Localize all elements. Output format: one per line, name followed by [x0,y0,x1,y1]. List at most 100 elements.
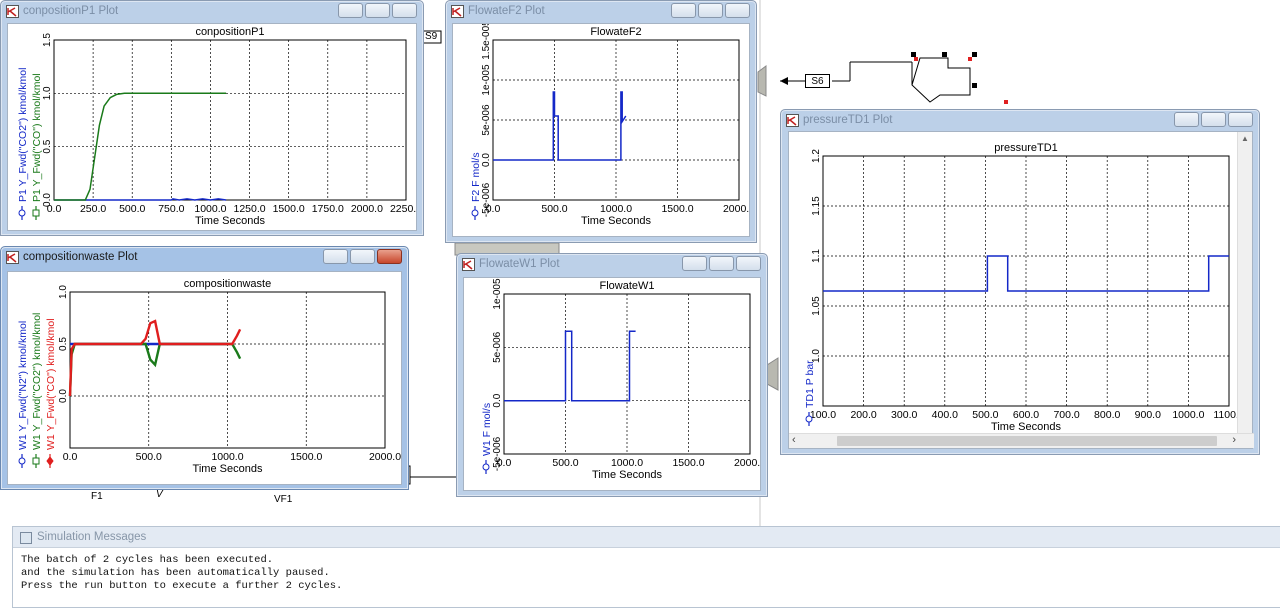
flowatew1-plot-window[interactable]: FlowateW1 Plot FlowateW1 0.0 500.0 1000.0 15… [456,253,768,497]
y-tick-label: 5e-006 [481,104,492,136]
y-axis-label: TD1 P bar [804,360,816,408]
message-line: The batch of 2 cycles has been executed. [21,554,274,566]
plot-title: pressureTD1 [994,142,1058,154]
x-tick-label: 2000.0 [734,457,760,469]
block-label-f1: F1 [91,491,103,502]
stream-label-s9[interactable]: S9 [425,31,437,42]
minimize-button[interactable] [323,249,348,264]
title-bar[interactable]: FlowateW1 Plot [457,254,767,276]
block-label-vf1: VF1 [274,494,293,505]
y-tick-label: 0.5 [42,139,53,153]
y-tick-label: 1e-005 [481,64,492,96]
horizontal-scrollbar[interactable]: ‹ › [789,433,1254,448]
pressuretd1-plot-window[interactable]: pressureTD1 Plot pressureTD1 100.0 200.0 30… [780,109,1260,455]
x-tick-label: 1000.0 [600,203,632,215]
minimize-button[interactable] [671,3,696,18]
x-tick-label: 500.0 [541,203,567,215]
legend-marker [32,457,40,465]
chart-pressuretd1: pressureTD1 100.0 200.0 300.0 400.0 500.0 600.… [804,142,1245,433]
close-button[interactable] [736,256,761,271]
flowatef2-plot-window[interactable]: FlowateF2 Plot FlowateF2 0.0 500.0 1000.0 15… [445,0,757,243]
x-axis-label: Time Seconds [193,463,263,475]
maximize-button[interactable] [709,256,734,271]
plot-title: conpositionP1 [195,26,264,38]
y-tick-label: -5e-006 [481,182,492,217]
maximize-button[interactable] [698,3,723,18]
y-tick-label: 1.0 [42,86,53,100]
stream-label-s6[interactable]: S6 [805,74,830,88]
scroll-thumb[interactable] [837,436,1217,446]
minimize-button[interactable] [338,3,363,18]
x-tick-label: 1250.0 [233,203,265,215]
x-tick-label: 500.0 [552,457,578,469]
y-tick-label: 0.0 [58,389,69,403]
plot-title: FlowateW1 [599,280,654,292]
window-title: pressureTD1 Plot [803,114,893,126]
y-axis-label: W1 Y_Fwd("N2") kmol/kmol [17,321,29,450]
x-tick-label: 2000.0 [351,203,383,215]
chart-flowatew1: FlowateW1 0.0 500.0 1000.0 1500.0 2000.0 -5e-0… [481,278,766,481]
simulation-messages-panel[interactable]: Simulation Messages The batch of 2 cycle… [12,526,1280,608]
x-tick-label: 1000.0 [611,457,643,469]
y-tick-label: 1.05 [811,296,822,316]
plot-area[interactable]: conpositionP1 0.0 250.0 500.0 750.0 1000.0 125… [7,23,422,231]
x-tick-label: 900.0 [1135,409,1161,421]
x-tick-label: 600.0 [1013,409,1039,421]
plot-title: compositionwaste [184,278,271,290]
chart-compositionwaste: compositionwaste 0.0 500.0 1000.0 1500.0 2000… [17,278,401,475]
app-logo-icon [462,258,475,271]
messages-body: The batch of 2 cycles has been executed.… [13,548,1280,593]
close-button[interactable] [1228,112,1253,127]
y-tick-label: 1e-005 [492,278,503,310]
x-tick-label: 200.0 [850,409,876,421]
plot-area[interactable]: FlowateF2 0.0 500.0 1000.0 1500.0 2000.0 -5e-0… [452,20,755,237]
x-tick-label: 500.0 [972,409,998,421]
plot-area[interactable]: pressureTD1 100.0 200.0 300.0 400.0 500.0 600.… [788,131,1254,449]
legend-marker [482,463,490,471]
x-tick-label: 100.0 [810,409,836,421]
vertical-scrollbar[interactable]: ▲ [1237,132,1252,436]
minimize-button[interactable] [1174,112,1199,127]
title-bar[interactable]: conpositionP1 Plot [1,1,423,23]
y-axis-label: P1 Y_Fwd("CO") kmol/kmol [31,73,43,202]
chart-flowatef2: FlowateF2 0.0 500.0 1000.0 1500.0 2000.0 -5e-0… [470,20,755,227]
close-button[interactable] [725,3,750,18]
plot-area[interactable]: compositionwaste 0.0 500.0 1000.0 1500.0 2000… [7,271,402,485]
app-logo-icon [6,5,19,18]
scroll-left-icon[interactable]: ‹ [792,434,796,446]
x-tick-label: 1000.0 [211,451,243,463]
plot-frame [53,39,407,201]
y-axis-label: P1 Y_Fwd("CO2") kmol/kmol [17,68,29,202]
close-button[interactable] [392,3,417,18]
scroll-right-icon[interactable]: › [1232,434,1236,446]
block-label-v: V [156,489,163,500]
messages-header[interactable]: Simulation Messages [13,527,1280,548]
compositionwaste-plot-window[interactable]: compositionwaste Plot compositionwaste 0.… [0,246,409,490]
x-axis-label: Time Seconds [195,215,265,227]
x-tick-label: 1100.0 [1213,409,1239,421]
x-tick-label: 300.0 [891,409,917,421]
title-bar[interactable]: pressureTD1 Plot [781,110,1259,132]
app-logo-icon [451,5,464,18]
message-line: and the simulation has been automaticall… [21,567,330,579]
x-tick-label: 1000.0 [1172,409,1204,421]
x-tick-label: 2000.0 [723,203,749,215]
legend-marker [471,209,479,217]
maximize-button[interactable] [350,249,375,264]
legend-marker [18,209,26,217]
window-title: conpositionP1 Plot [23,5,119,17]
scroll-up-icon[interactable]: ▲ [1241,134,1249,143]
title-bar[interactable]: compositionwaste Plot [1,247,408,269]
minimize-button[interactable] [682,256,707,271]
compositionp1-plot-window[interactable]: conpositionP1 Plot conpositionP1 0.0 250.0… [0,0,424,236]
close-button[interactable] [377,249,402,264]
y-tick-label: -5e-006 [492,436,503,471]
maximize-button[interactable] [1201,112,1226,127]
legend-marker [805,415,813,423]
y-tick-label: 1.0 [58,285,69,299]
x-tick-label: 1500.0 [661,203,693,215]
title-bar[interactable]: FlowateF2 Plot [446,1,756,23]
series-line [504,330,636,402]
maximize-button[interactable] [365,3,390,18]
plot-area[interactable]: FlowateW1 0.0 500.0 1000.0 1500.0 2000.0 -5e-0… [463,277,766,491]
